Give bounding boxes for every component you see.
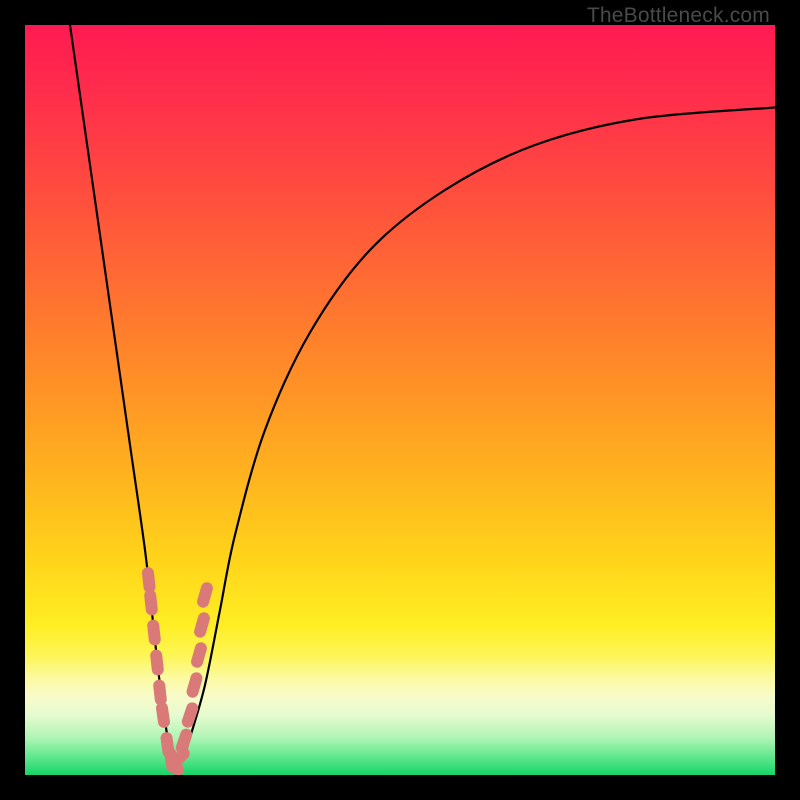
marker-pill: [193, 611, 212, 639]
marker-pill: [144, 589, 159, 616]
marker-pill: [153, 679, 168, 706]
marker-pill: [196, 581, 215, 609]
marker-pill: [174, 727, 194, 755]
curve-line: [70, 25, 775, 768]
marker-pill: [190, 641, 209, 669]
marker-pill: [141, 566, 156, 593]
marker-pill: [155, 701, 171, 728]
marker-pill: [147, 619, 162, 646]
marker-pill: [150, 649, 165, 676]
marker-cluster: [141, 566, 214, 775]
plot-area: [25, 25, 775, 775]
bottleneck-curve: [25, 25, 775, 775]
watermark-text: TheBottleneck.com: [587, 4, 770, 28]
chart-container: TheBottleneck.com: [0, 0, 800, 800]
marker-pill: [185, 671, 204, 699]
